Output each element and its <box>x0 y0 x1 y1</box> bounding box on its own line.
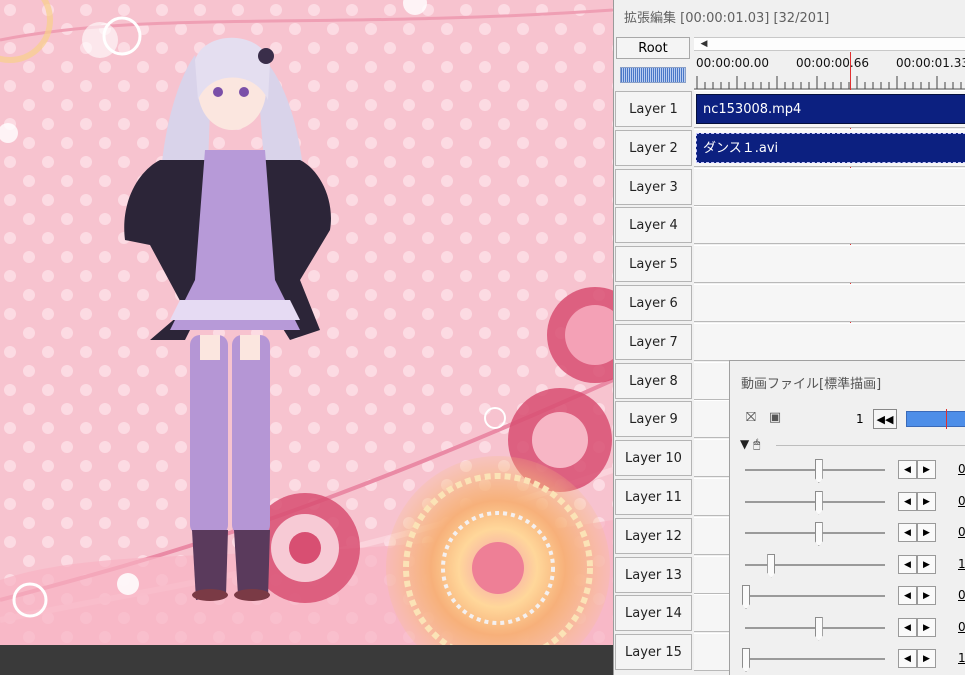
value-stepper[interactable]: ◀ ▶ <box>898 586 938 606</box>
value-stepper[interactable]: ◀ ▶ <box>898 523 938 543</box>
value-stepper[interactable]: ◀ ▶ <box>898 649 938 669</box>
layer-header[interactable]: Layer 3 <box>615 169 692 205</box>
layer-header[interactable]: Layer 1 <box>615 91 692 127</box>
layer-header[interactable]: Layer 15 <box>615 634 692 670</box>
increment-icon[interactable]: ▶ <box>917 523 936 542</box>
parameter-value[interactable]: 0 <box>958 494 965 508</box>
increment-icon[interactable]: ▶ <box>917 491 936 511</box>
layer-header[interactable]: Layer 9 <box>615 401 692 437</box>
dialog-title: 動画ファイル[標準描画] <box>741 377 882 392</box>
layer-header[interactable]: Layer 6 <box>615 285 692 321</box>
decrement-icon[interactable]: ◀ <box>898 554 917 574</box>
value-stepper[interactable]: ◀ ▶ <box>898 617 938 638</box>
video-preview[interactable] <box>0 0 613 645</box>
increment-icon[interactable]: ▶ <box>917 586 936 605</box>
timecode-label: 00:00:00.00 <box>696 56 769 70</box>
parameter-value[interactable]: 1 <box>958 651 965 665</box>
slider-track[interactable] <box>745 658 885 660</box>
decrement-icon[interactable]: ◀ <box>898 491 917 511</box>
parameter-row: ◀ ▶ 0 <box>730 581 965 611</box>
parameter-row: ◀ ▶ 1 <box>730 644 965 674</box>
frame-icon[interactable]: ▣ <box>766 409 784 427</box>
layer-track[interactable] <box>694 206 965 244</box>
slider-thumb[interactable] <box>814 490 823 515</box>
slider-thumb[interactable] <box>814 522 823 546</box>
preview-status-bar <box>0 645 613 675</box>
mouse-icon: 🖱 <box>753 437 761 451</box>
timeline-clip[interactable]: nc153008.mp4 <box>696 94 965 124</box>
layer-header[interactable]: Layer 12 <box>615 518 692 554</box>
parameter-row: ◀▶ 0. <box>730 613 965 643</box>
value-stepper[interactable]: ◀ ▶ <box>898 460 938 480</box>
layer-header[interactable]: Layer 14 <box>615 595 692 631</box>
section-header[interactable]: ▼ 🖱 <box>740 437 760 452</box>
timecode-label: 00:00:00.66 <box>796 56 869 70</box>
layer-header[interactable]: Layer 5 <box>615 246 692 282</box>
divider <box>776 445 965 446</box>
window-title: 拡張編集 [00:00:01.03] [32/201] <box>624 11 830 26</box>
decrement-icon[interactable]: ◀ <box>898 617 917 637</box>
layer-header[interactable]: Layer 10 <box>615 440 692 476</box>
layer-track[interactable] <box>694 245 965 283</box>
object-settings-dialog[interactable]: 動画ファイル[標準描画] ⛝ ▣ 1 ◀◀ ▼ 🖱 ◀▶0◀▶0◀▶0◀▶100… <box>729 360 965 675</box>
layer-header[interactable]: Layer 8 <box>615 363 692 399</box>
triangle-down-icon[interactable]: ▼ <box>740 437 749 451</box>
layer-header[interactable]: Layer 4 <box>615 207 692 243</box>
decrement-icon[interactable]: ◀ <box>898 523 917 542</box>
timecode-label: 00:00:01.33 <box>896 56 965 70</box>
preview-image <box>0 0 613 645</box>
timeline-clip[interactable]: ダンス１.avi <box>696 133 965 163</box>
seek-marker <box>946 409 947 429</box>
increment-icon[interactable]: ▶ <box>917 649 936 668</box>
decrement-icon[interactable]: ◀ <box>898 649 917 668</box>
root-button[interactable]: Root <box>616 37 690 59</box>
layer-header[interactable]: Layer 11 <box>615 479 692 515</box>
audio-level-meter <box>620 67 686 83</box>
parameter-value[interactable]: 100 <box>958 557 965 571</box>
slider-thumb[interactable] <box>814 616 823 641</box>
increment-icon[interactable]: ▶ <box>917 617 936 637</box>
parameter-value[interactable]: 0. <box>958 620 965 634</box>
layer-track[interactable] <box>694 284 965 322</box>
left-arrow-icon[interactable]: ◀ <box>696 37 712 51</box>
horizontal-scrollbar[interactable] <box>694 37 965 51</box>
slider-thumb[interactable] <box>742 648 750 672</box>
parameter-row: ◀ ▶ 0 <box>730 455 965 485</box>
slider-track[interactable] <box>745 595 885 597</box>
value-stepper[interactable]: ◀ ▶ <box>898 554 938 575</box>
parameter-row: ◀ ▶ 0 <box>730 518 965 548</box>
increment-icon[interactable]: ▶ <box>917 554 936 574</box>
frame-number: 1 <box>856 412 864 426</box>
layer-track[interactable] <box>694 168 965 206</box>
seek-bar[interactable] <box>906 411 965 427</box>
parameter-row: ◀ ▶ 0 <box>730 487 965 517</box>
value-stepper[interactable]: ◀ ▶ <box>898 491 938 512</box>
layer-header[interactable]: Layer 2 <box>615 130 692 166</box>
slider-thumb[interactable] <box>742 585 750 609</box>
time-ruler[interactable] <box>694 72 965 90</box>
parameter-value[interactable]: 0 <box>958 525 965 539</box>
layer-header[interactable]: Layer 13 <box>615 557 692 593</box>
parameter-row: ◀▶ 100 <box>730 550 965 580</box>
decrement-icon[interactable]: ◀ <box>898 586 917 605</box>
video-icon[interactable]: ⛝ <box>742 409 760 427</box>
parameter-value[interactable]: 0 <box>958 588 965 602</box>
slider-thumb[interactable] <box>814 459 823 483</box>
double-left-arrow-icon[interactable]: ◀◀ <box>873 409 897 429</box>
slider-track[interactable] <box>745 563 885 566</box>
layer-header[interactable]: Layer 7 <box>615 324 692 360</box>
decrement-icon[interactable]: ◀ <box>898 460 917 479</box>
increment-icon[interactable]: ▶ <box>917 460 936 479</box>
layer-track[interactable] <box>694 323 965 361</box>
slider-thumb[interactable] <box>767 553 776 578</box>
parameter-value[interactable]: 0 <box>958 462 965 476</box>
